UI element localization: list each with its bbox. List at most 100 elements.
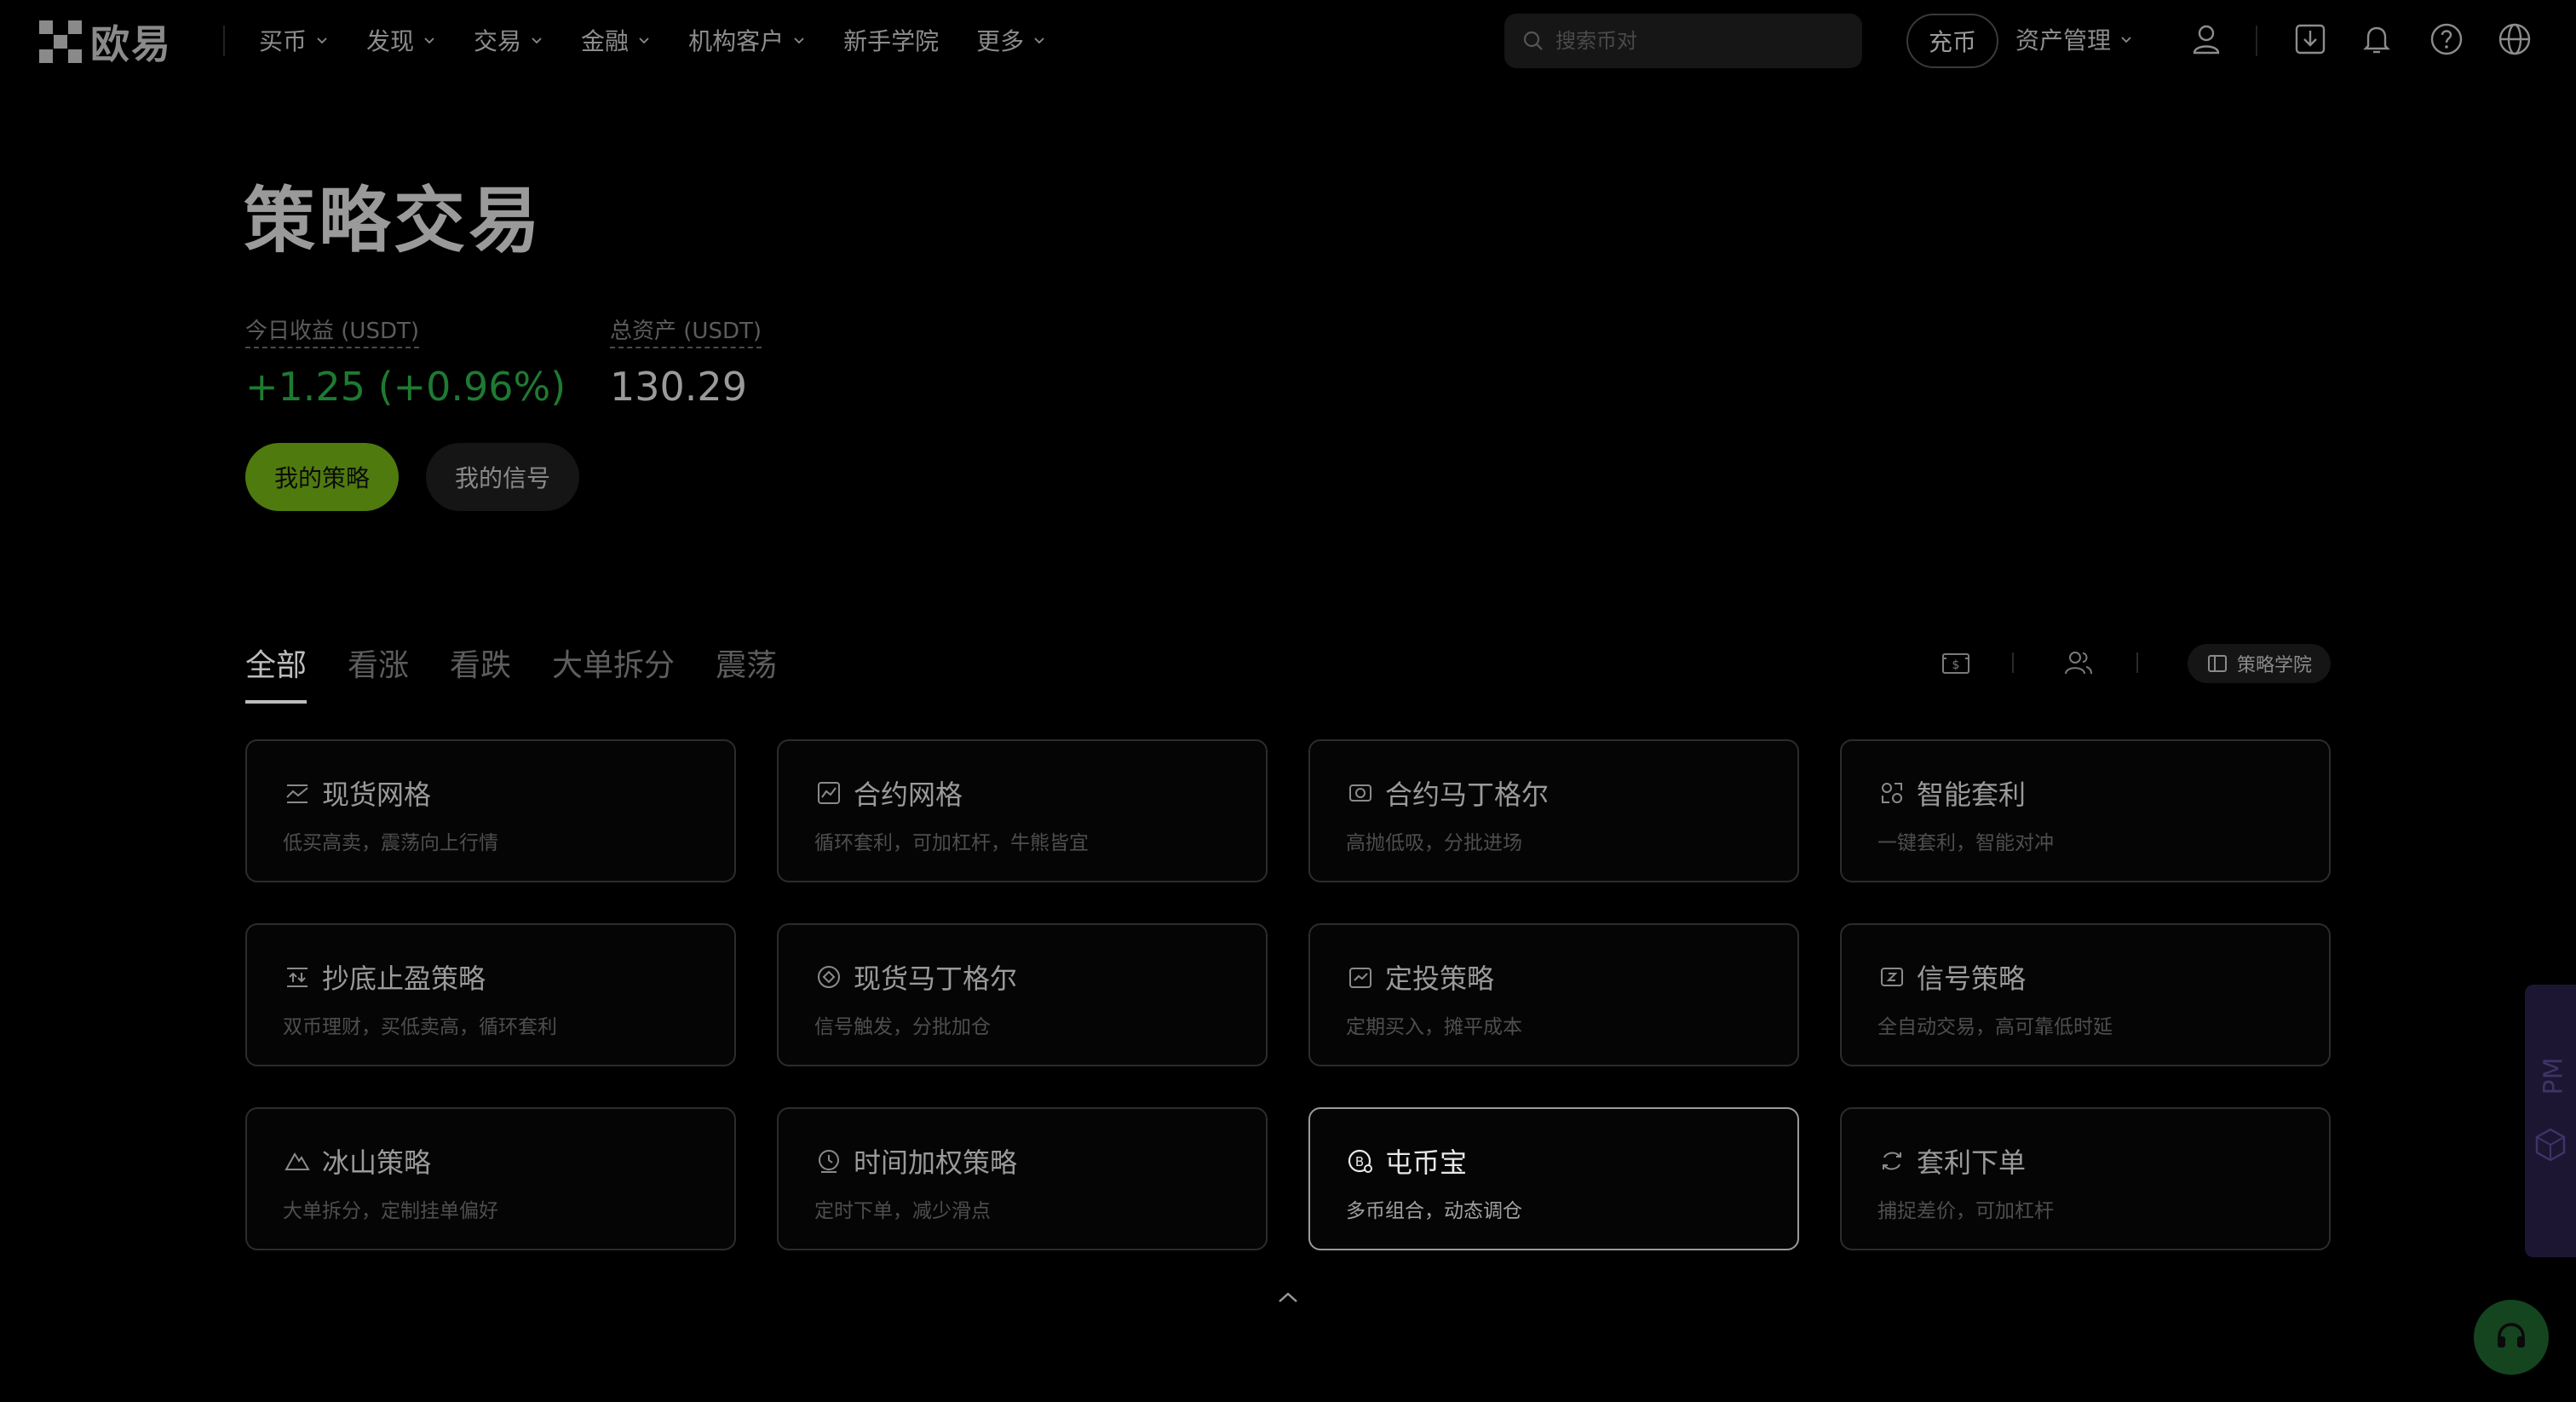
tab-sideways[interactable]: 震荡 <box>716 641 777 704</box>
globe-icon[interactable] <box>2496 20 2533 58</box>
card-title: 现货马丁格尔 <box>854 962 1018 995</box>
search-bar[interactable] <box>1504 14 1862 68</box>
total-assets: 总资产 (USDT) 130.29 <box>610 313 762 410</box>
chevron-up-icon[interactable] <box>1276 1290 1300 1305</box>
strategy-card-bottom-fishing[interactable]: 抄底止盈策略 双币理财，买低卖高，循环套利 <box>245 923 736 1066</box>
tab-bullish[interactable]: 看涨 <box>348 641 409 704</box>
strategy-card-contract-martingale[interactable]: 合约马丁格尔 高抛低吸，分批进场 <box>1308 739 1799 882</box>
card-title: 抄底止盈策略 <box>322 962 486 995</box>
page: 欧易 买币 发现 交易 金融 机构客户 新手学院 更多 搜索币对 充币 资产管理… <box>0 0 2576 1402</box>
card-description: 双币理财，买低卖高，循环套利 <box>283 1016 557 1038</box>
nav-item-label: 金融 <box>581 27 630 55</box>
nav-item-label: 更多 <box>976 27 1025 55</box>
download-icon[interactable] <box>2291 20 2329 58</box>
card-title: 合约网格 <box>854 779 963 811</box>
card-title: 冰山策略 <box>322 1146 432 1179</box>
svg-text:$: $ <box>1952 658 1960 672</box>
card-title: 智能套利 <box>1917 779 2027 811</box>
card-description: 高抛低吸，分批进场 <box>1346 832 1522 854</box>
nav-item-trade[interactable]: 交易 <box>474 23 543 57</box>
users-icon[interactable] <box>2061 646 2096 680</box>
nav-item-label: 交易 <box>474 27 522 55</box>
side-panel-label: PM <box>2539 1057 2569 1095</box>
coin-portfolio-icon: B <box>1346 1146 1375 1175</box>
smart-arbitrage-icon <box>1877 779 1906 807</box>
nav-item-label: 新手学院 <box>843 27 940 55</box>
recurring-buy-icon <box>1346 962 1375 991</box>
nav-item-label: 买币 <box>259 27 308 55</box>
nav-divider <box>2256 26 2257 56</box>
today-pnl-value: +1.25 (+0.96%) <box>245 364 566 410</box>
side-floating-panel[interactable]: PM <box>2525 985 2576 1257</box>
card-description: 一键套利，智能对冲 <box>1877 832 2054 854</box>
card-title: 屯币宝 <box>1385 1146 1468 1179</box>
dollar-bill-icon[interactable]: $ <box>1939 646 1973 680</box>
iceberg-icon <box>283 1146 312 1175</box>
logo[interactable]: 欧易 <box>39 20 172 67</box>
strategy-academy-label: 策略学院 <box>2236 655 2312 676</box>
card-title: 信号策略 <box>1917 962 2027 995</box>
nav-item-more[interactable]: 更多 <box>976 23 1046 57</box>
card-description: 多币组合，动态调仓 <box>1346 1200 1522 1222</box>
nav-item-buy-crypto[interactable]: 买币 <box>259 23 329 57</box>
user-icon[interactable] <box>2188 20 2225 58</box>
strategy-card-spot-grid[interactable]: 现货网格 低买高卖，震荡向上行情 <box>245 739 736 882</box>
tab-bearish[interactable]: 看跌 <box>450 641 511 704</box>
top-navbar: 欧易 买币 发现 交易 金融 机构客户 新手学院 更多 搜索币对 充币 资产管理 <box>0 0 2576 80</box>
nav-item-institutional[interactable]: 机构客户 <box>688 23 806 57</box>
deposit-button[interactable]: 充币 <box>1906 14 1998 68</box>
book-icon <box>2207 655 2227 672</box>
strategy-academy-button[interactable]: 策略学院 <box>2188 644 2331 683</box>
total-assets-value: 130.29 <box>610 364 747 410</box>
strategy-card-contract-grid[interactable]: 合约网格 循环套利，可加杠杆，牛熊皆宜 <box>777 739 1268 882</box>
chevron-down-icon <box>2121 37 2131 43</box>
card-description: 大单拆分，定制挂单偏好 <box>283 1200 498 1222</box>
card-title: 合约马丁格尔 <box>1385 779 1550 811</box>
signal-icon <box>1877 962 1906 991</box>
strategy-card-twap[interactable]: 时间加权策略 定时下单，减少滑点 <box>777 1107 1268 1250</box>
logo-text: 欧易 <box>90 21 172 67</box>
card-title: 时间加权策略 <box>854 1146 1018 1179</box>
total-assets-label[interactable]: 总资产 (USDT) <box>610 313 762 348</box>
strategy-card-arbitrage-order[interactable]: 套利下单 捕捉差价，可加杠杆 <box>1840 1107 2331 1250</box>
strategy-card-recurring-buy[interactable]: 定投策略 定期买入，摊平成本 <box>1308 923 1799 1066</box>
asset-management-label: 资产管理 <box>2015 26 2112 55</box>
arbitrage-order-icon <box>1877 1146 1906 1175</box>
strategy-card-coin-portfolio[interactable]: B 屯币宝 多币组合，动态调仓 <box>1308 1107 1799 1250</box>
customer-support-button[interactable] <box>2474 1300 2549 1375</box>
my-strategies-button[interactable]: 我的策略 <box>245 443 399 511</box>
chevron-down-icon <box>794 37 804 44</box>
headset-icon <box>2498 1323 2525 1347</box>
today-pnl-label[interactable]: 今日收益 (USDT) <box>245 313 419 348</box>
bell-icon[interactable] <box>2358 20 2395 58</box>
card-description: 定时下单，减少滑点 <box>814 1200 991 1222</box>
chevron-down-icon <box>1034 37 1044 44</box>
page-title: 策略交易 <box>244 179 544 262</box>
twap-clock-icon <box>814 1146 843 1175</box>
spot-martingale-icon <box>814 962 843 991</box>
strategy-card-iceberg[interactable]: 冰山策略 大单拆分，定制挂单偏好 <box>245 1107 736 1250</box>
asset-management-menu[interactable]: 资产管理 <box>2015 22 2133 56</box>
search-input[interactable] <box>1555 29 1845 53</box>
nav-item-discover[interactable]: 发现 <box>366 23 436 57</box>
strategy-card-smart-arbitrage[interactable]: 智能套利 一键套利，智能对冲 <box>1840 739 2331 882</box>
strategy-filter-tabs: 全部 看涨 看跌 大单拆分 震荡 <box>245 641 818 704</box>
tab-all[interactable]: 全部 <box>245 641 308 704</box>
grid-chart-icon <box>283 779 312 807</box>
nav-item-label: 机构客户 <box>688 27 785 55</box>
nav-item-academy[interactable]: 新手学院 <box>843 23 939 57</box>
card-description: 捕捉差价，可加杠杆 <box>1877 1200 2054 1222</box>
svg-text:B: B <box>1355 1154 1364 1169</box>
nav-item-finance[interactable]: 金融 <box>581 23 651 57</box>
my-signals-button[interactable]: 我的信号 <box>426 443 579 511</box>
nav-item-label: 发现 <box>366 27 415 55</box>
contract-grid-icon <box>814 779 843 807</box>
help-icon[interactable] <box>2428 20 2465 58</box>
main-nav: 买币 发现 交易 金融 机构客户 新手学院 更多 <box>259 22 1084 58</box>
strategy-card-spot-martingale[interactable]: 现货马丁格尔 信号触发，分批加仓 <box>777 923 1268 1066</box>
tab-large-order-split[interactable]: 大单拆分 <box>552 641 675 704</box>
strategy-card-signal[interactable]: 信号策略 全自动交易，高可靠低时延 <box>1840 923 2331 1066</box>
card-title: 现货网格 <box>322 779 432 811</box>
chevron-down-icon <box>317 37 327 44</box>
chevron-down-icon <box>424 37 434 44</box>
